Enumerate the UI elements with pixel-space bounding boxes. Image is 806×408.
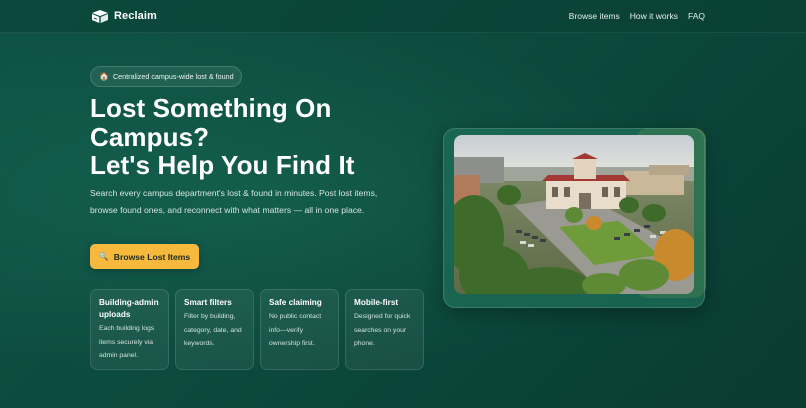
main-nav: Browse items How it works FAQ	[569, 11, 705, 21]
brand-name: Reclaim	[114, 10, 157, 22]
brand-logo[interactable]: Reclaim	[90, 8, 157, 24]
nav-browse-items[interactable]: Browse items	[569, 11, 620, 21]
feature-description: Designed for quick searches on your phon…	[354, 313, 411, 347]
campus-illustration	[454, 135, 694, 294]
hero-title: Lost Something On Campus? Let's Help You…	[90, 94, 420, 180]
browse-lost-items-button[interactable]: 🔍 Browse Lost Items	[90, 244, 199, 269]
nav-faq[interactable]: FAQ	[688, 11, 705, 21]
feature-card-filters: Smart filters Filter by building, catego…	[175, 289, 254, 370]
hero-title-line-3: Let's Help You Find It	[90, 150, 355, 180]
house-icon: 🏠	[99, 72, 109, 81]
feature-cards: Building-admin uploads Each building log…	[90, 289, 424, 370]
feature-description: Each building logs items securely via ad…	[99, 325, 155, 359]
feature-card-mobile: Mobile-first Designed for quick searches…	[345, 289, 424, 370]
feature-card-uploads: Building-admin uploads Each building log…	[90, 289, 169, 370]
feature-card-claiming: Safe claiming No public contact info—ver…	[260, 289, 339, 370]
hero-badge: 🏠 Centralized campus-wide lost & found	[90, 66, 242, 87]
feature-title: Safe claiming	[269, 298, 322, 307]
hero-title-line-2: Campus?	[90, 121, 210, 152]
feature-description: Filter by building, category, date, and …	[184, 313, 242, 347]
feature-title: Building-admin uploads	[99, 298, 159, 319]
nav-how-it-works[interactable]: How it works	[630, 11, 678, 21]
cta-label: Browse Lost Items	[113, 251, 191, 262]
feature-description: No public contact info—verify ownership …	[269, 313, 322, 347]
box-icon	[92, 10, 108, 23]
feature-title: Mobile-first	[354, 298, 399, 307]
top-navigation-bar: Reclaim Browse items How it works FAQ	[0, 0, 806, 33]
badge-text: Centralized campus-wide lost & found	[112, 72, 234, 81]
hero-title-line-1: Lost Something On	[90, 93, 332, 123]
feature-title: Smart filters	[184, 298, 232, 307]
hero-description: Search every campus department's lost & …	[90, 188, 378, 215]
search-icon: 🔍	[98, 252, 109, 261]
campus-aerial-photo	[454, 135, 694, 294]
